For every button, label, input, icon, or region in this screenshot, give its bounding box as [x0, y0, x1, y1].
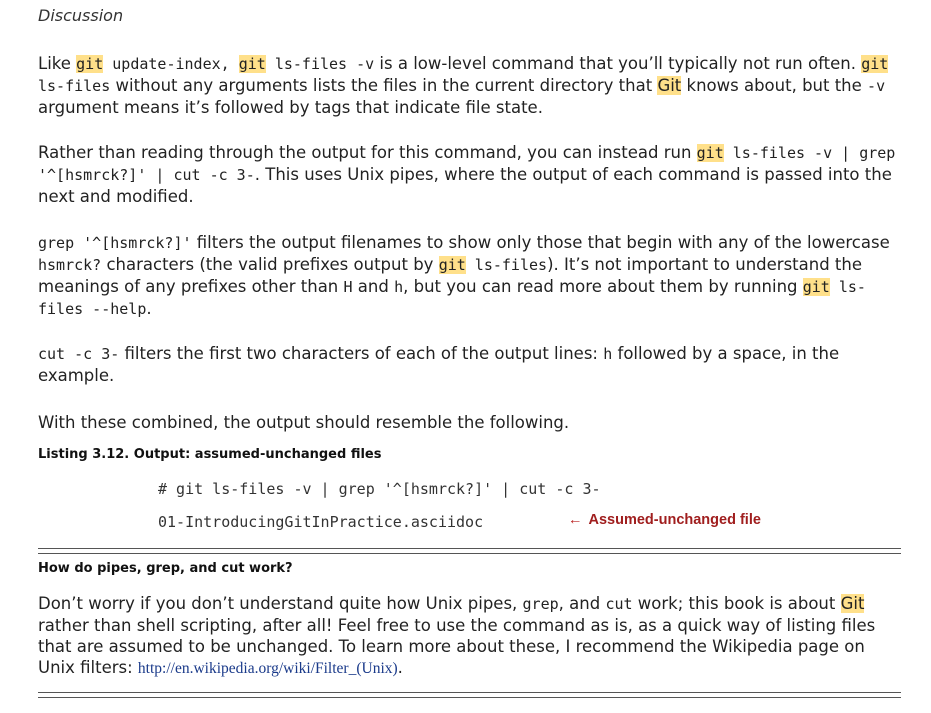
highlight-git: git [238, 55, 266, 73]
highlight-git: git [802, 278, 830, 296]
wikipedia-link[interactable]: http://en.wikipedia.org/wiki/Filter_(Uni… [138, 660, 398, 677]
listing-output-line: 01-IntroducingGitInPractice.asciidoc [158, 513, 484, 531]
highlight-git: git [438, 256, 466, 274]
listing-caption: Listing 3.12. Output: assumed-unchanged … [38, 447, 382, 462]
section-label: Discussion [38, 6, 124, 25]
listing-command-line: # git ls-files -v | grep '^[hsmrck?]' | … [158, 480, 601, 498]
sidebar-title: How do pipes, grep, and cut work? [38, 561, 293, 576]
highlight-git: git [76, 55, 104, 73]
highlight-git: Git [840, 594, 865, 613]
highlight-git: git [696, 144, 724, 162]
sidebar-top-rule [38, 548, 901, 554]
arrow-left-icon: ← [568, 512, 583, 528]
sidebar-bottom-rule [38, 692, 901, 698]
highlight-git: Git [657, 76, 682, 95]
listing-annotation: ← Assumed-unchanged file [568, 512, 761, 528]
paragraph-ls-files: Like git update-index, git ls-files -v i… [38, 54, 889, 117]
paragraph-cut: cut -c 3- filters the first two characte… [38, 344, 840, 385]
annotation-text: Assumed-unchanged file [588, 512, 761, 528]
paragraph-pipes: Rather than reading through the output f… [38, 143, 896, 206]
document-page: Discussion Like git update-index, git ls… [0, 0, 931, 713]
paragraph-grep: grep '^[hsmrck?]' filters the output fil… [38, 233, 890, 318]
highlight-git: git [861, 55, 889, 73]
sidebar-body: Don’t worry if you don’t understand quit… [38, 594, 876, 677]
paragraph-combined: With these combined, the output should r… [38, 413, 570, 432]
